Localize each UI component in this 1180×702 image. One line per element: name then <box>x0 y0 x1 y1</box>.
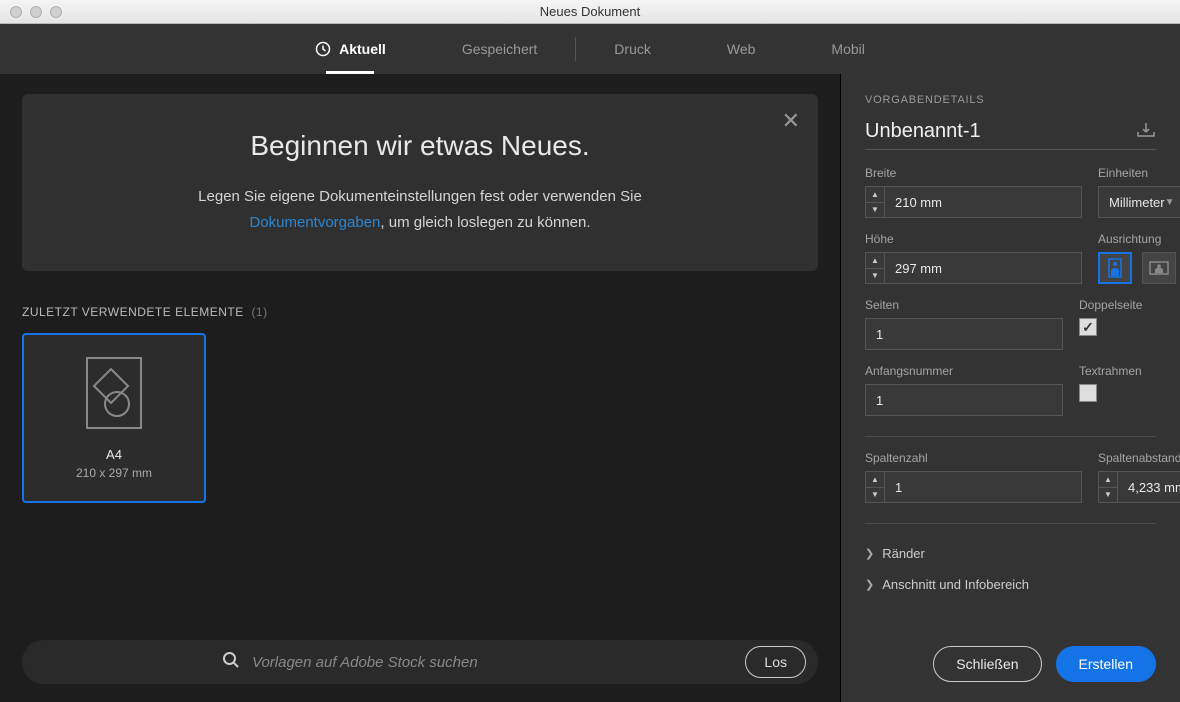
tab-mobil[interactable]: Mobil <box>793 24 902 74</box>
step-down-icon[interactable]: ▼ <box>1099 488 1117 503</box>
close-button[interactable]: Schließen <box>933 646 1041 682</box>
preset-name: A4 <box>106 447 122 462</box>
category-tabs: Aktuell Gespeichert Druck Web Mobil <box>0 24 1180 74</box>
gutter-input[interactable] <box>1118 471 1180 503</box>
save-preset-icon[interactable] <box>1136 122 1156 141</box>
traffic-max[interactable] <box>50 6 62 18</box>
preset-dimensions: 210 x 297 mm <box>76 466 152 480</box>
step-up-icon[interactable]: ▲ <box>866 187 884 203</box>
startnum-input[interactable] <box>865 384 1063 416</box>
gutter-stepper[interactable]: ▲▼ <box>1098 471 1180 503</box>
units-select[interactable]: Millimeter ▼ <box>1098 186 1180 218</box>
step-up-icon[interactable]: ▲ <box>866 253 884 269</box>
orientation-portrait[interactable] <box>1098 252 1132 284</box>
columns-stepper[interactable]: ▲▼ <box>865 471 1082 503</box>
units-value: Millimeter <box>1109 195 1165 210</box>
window-title: Neues Dokument <box>540 4 640 19</box>
create-button[interactable]: Erstellen <box>1056 646 1156 682</box>
hero-banner: ✕ Beginnen wir etwas Neues. Legen Sie ei… <box>22 94 818 271</box>
hero-text: Legen Sie eigene Dokumenteinstellungen f… <box>50 184 790 235</box>
expand-bleed[interactable]: ❯ Anschnitt und Infobereich <box>865 569 1156 600</box>
document-icon <box>86 357 142 429</box>
preset-a4[interactable]: A4 210 x 297 mm <box>22 333 206 503</box>
step-up-icon[interactable]: ▲ <box>866 472 884 488</box>
hero-heading: Beginnen wir etwas Neues. <box>50 130 790 162</box>
recent-label: ZULETZT VERWENDETE ELEMENTE <box>22 305 244 319</box>
step-down-icon[interactable]: ▼ <box>866 488 884 503</box>
chevron-right-icon: ❯ <box>865 578 874 591</box>
stock-searchbar: Los <box>22 640 818 684</box>
doc-presets-link[interactable]: Dokumentvorgaben <box>249 214 380 231</box>
width-stepper[interactable]: ▲▼ <box>865 186 1082 218</box>
footer-buttons: Schließen Erstellen <box>865 628 1156 682</box>
recent-count: (1) <box>251 305 267 319</box>
textframe-checkbox[interactable] <box>1079 384 1097 402</box>
label-textframe: Textrahmen <box>1079 364 1156 378</box>
traffic-min[interactable] <box>30 6 42 18</box>
section-divider <box>865 436 1156 437</box>
label-startnum: Anfangsnummer <box>865 364 1063 378</box>
tab-label: Web <box>727 41 756 57</box>
label-units: Einheiten <box>1098 166 1180 180</box>
search-go-button[interactable]: Los <box>745 646 806 678</box>
name-underline <box>865 149 1156 150</box>
tab-druck[interactable]: Druck <box>576 24 689 74</box>
window-titlebar: Neues Dokument <box>0 0 1180 24</box>
tab-label: Gespeichert <box>462 41 537 57</box>
hero-text-line2: , um gleich loslegen zu können. <box>380 214 590 231</box>
hero-text-line1: Legen Sie eigene Dokumenteinstellungen f… <box>198 188 642 205</box>
step-down-icon[interactable]: ▼ <box>866 269 884 284</box>
orientation-landscape[interactable] <box>1142 252 1176 284</box>
preset-name-field[interactable]: Unbenannt-1 <box>865 120 1136 143</box>
search-icon <box>22 651 252 674</box>
expand-label: Anschnitt und Infobereich <box>882 577 1029 592</box>
traffic-lights <box>0 6 62 18</box>
columns-input[interactable] <box>885 471 1082 503</box>
tab-label: Mobil <box>831 41 864 57</box>
tab-gespeichert[interactable]: Gespeichert <box>424 24 575 74</box>
height-stepper[interactable]: ▲▼ <box>865 252 1082 284</box>
label-height: Höhe <box>865 232 1082 246</box>
stock-search-input[interactable] <box>252 654 731 671</box>
expand-margins[interactable]: ❯ Ränder <box>865 538 1156 569</box>
left-panel: ✕ Beginnen wir etwas Neues. Legen Sie ei… <box>0 74 840 702</box>
tab-aktuell[interactable]: Aktuell <box>277 24 424 74</box>
label-pages: Seiten <box>865 298 1063 312</box>
chevron-right-icon: ❯ <box>865 547 874 560</box>
label-gutter: Spaltenabstand <box>1098 451 1180 465</box>
panel-title: VORGABENDETAILS <box>865 94 1156 106</box>
label-orientation: Ausrichtung <box>1098 232 1176 246</box>
height-input[interactable] <box>885 252 1082 284</box>
recent-presets: A4 210 x 297 mm <box>22 333 818 503</box>
traffic-close[interactable] <box>10 6 22 18</box>
recent-icon <box>315 41 331 57</box>
step-up-icon[interactable]: ▲ <box>1099 472 1117 488</box>
chevron-down-icon: ▼ <box>1165 197 1175 208</box>
label-width: Breite <box>865 166 1082 180</box>
tab-label: Aktuell <box>339 41 386 57</box>
tab-label: Druck <box>614 41 651 57</box>
preset-details-panel: VORGABENDETAILS Unbenannt-1 Breite ▲▼ Ei… <box>840 74 1180 702</box>
label-columns: Spaltenzahl <box>865 451 1082 465</box>
section-divider <box>865 523 1156 524</box>
close-icon[interactable]: ✕ <box>782 110 800 132</box>
width-input[interactable] <box>885 186 1082 218</box>
recent-section-label: ZULETZT VERWENDETE ELEMENTE (1) <box>22 305 818 319</box>
facing-pages-checkbox[interactable]: ✓ <box>1079 318 1097 336</box>
expand-label: Ränder <box>882 546 925 561</box>
pages-input[interactable] <box>865 318 1063 350</box>
tab-web[interactable]: Web <box>689 24 794 74</box>
label-facing: Doppelseite <box>1079 298 1156 312</box>
step-down-icon[interactable]: ▼ <box>866 203 884 218</box>
